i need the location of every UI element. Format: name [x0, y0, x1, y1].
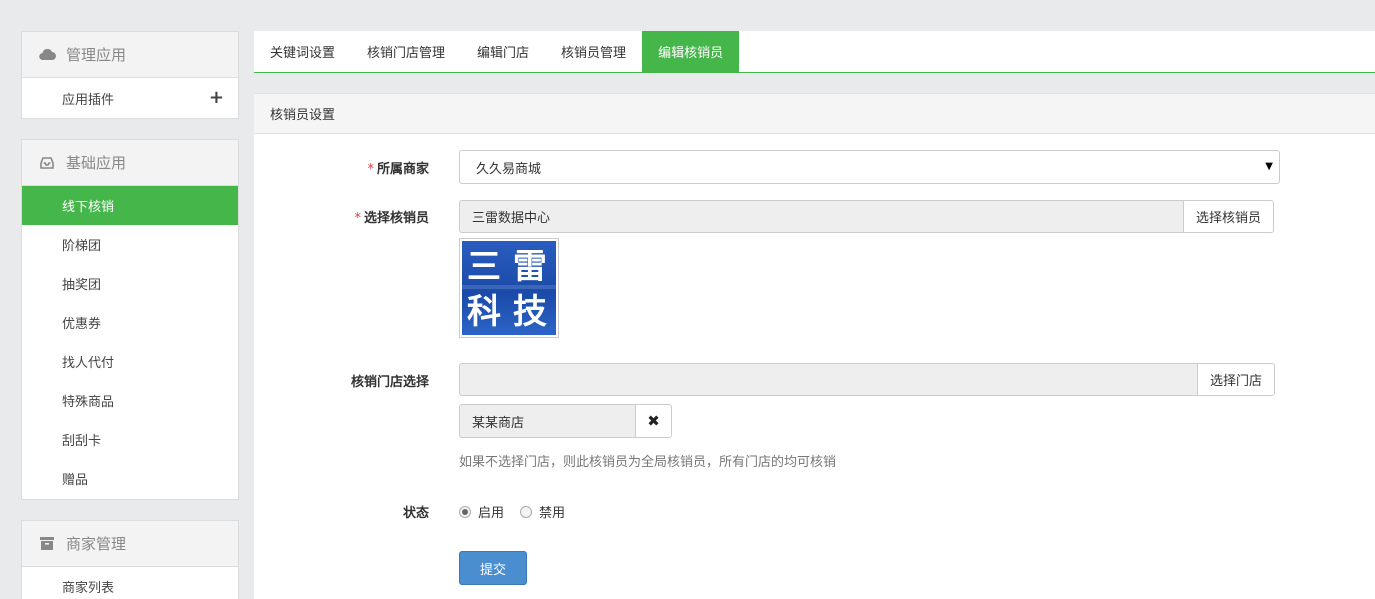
- sidebar-section-header[interactable]: 管理应用: [22, 32, 238, 78]
- sidebar-item-label: 阶梯团: [62, 239, 102, 254]
- sidebar-item-offline-verify[interactable]: 线下核销: [22, 186, 238, 225]
- status-radio-group: 启用 禁用: [459, 502, 581, 521]
- selected-store-name: 某某商店: [459, 404, 635, 438]
- sidebar-section-header[interactable]: 基础应用: [22, 140, 238, 186]
- store-label: 核销门店选择: [350, 375, 429, 390]
- status-disable-label[interactable]: 禁用: [539, 502, 565, 521]
- close-icon[interactable]: ✖: [635, 404, 672, 438]
- staff-input-group: 三雷数据中心 选择核销员: [459, 200, 1275, 233]
- staff-field[interactable]: 三雷数据中心: [459, 200, 1183, 233]
- sidebar-item-label: 优惠券: [62, 317, 102, 332]
- avatar-text-line2: 科 技: [467, 292, 547, 332]
- status-label: 状态: [402, 506, 429, 521]
- main-content: 关键词设置 核销门店管理 编辑门店 核销员管理 编辑核销员 核销员设置 * 所属商…: [254, 31, 1375, 599]
- archive-icon: [38, 537, 56, 551]
- chevron-down-icon: ▼: [1265, 161, 1273, 172]
- sidebar-item-gifts[interactable]: 赠品: [22, 459, 238, 498]
- staff-avatar: 三 雷 科 技: [459, 238, 559, 338]
- tab-bar: 关键词设置 核销门店管理 编辑门店 核销员管理 编辑核销员: [254, 31, 1375, 73]
- avatar-image: 三 雷 科 技: [462, 241, 556, 335]
- required-mark: *: [367, 162, 374, 177]
- merchant-select-value: 久久易商城: [476, 161, 542, 177]
- sidebar-item-lottery-group[interactable]: 抽奖团: [22, 264, 238, 303]
- sidebar-panel-basic-apps: 基础应用 线下核销 阶梯团 抽奖团 优惠券 找人代付 特殊商品 刮刮卡 赠品: [21, 139, 239, 500]
- status-enable-radio[interactable]: [459, 505, 471, 518]
- staff-label: * 选择核销员: [354, 207, 429, 226]
- section-title: 核销员设置: [254, 93, 1375, 134]
- select-staff-button[interactable]: 选择核销员: [1183, 200, 1275, 233]
- store-help-text: 如果不选择门店，则此核销员为全局核销员，所有门店的均可核销: [459, 455, 837, 470]
- tab-keyword-settings[interactable]: 关键词设置: [254, 31, 351, 72]
- store-field[interactable]: [459, 363, 1197, 396]
- staff-label-text: 选择核销员: [363, 211, 429, 226]
- sidebar-item-special-goods[interactable]: 特殊商品: [22, 381, 238, 420]
- status-enable-label[interactable]: 启用: [478, 502, 504, 521]
- inbox-icon: [38, 156, 56, 170]
- sidebar-item-label: 特殊商品: [62, 395, 115, 410]
- sidebar-item-label: 商家列表: [62, 581, 115, 596]
- cloud-icon: [38, 48, 56, 62]
- sidebar-panel-merchant: 商家管理 商家列表: [21, 520, 239, 599]
- sidebar-item-label: 线下核销: [62, 200, 115, 215]
- sidebar-item-coupons[interactable]: 优惠券: [22, 303, 238, 342]
- sidebar-item-label: 刮刮卡: [62, 434, 102, 449]
- sidebar-item-label: 抽奖团: [62, 278, 102, 293]
- sidebar-panel-manage-apps: 管理应用 应用插件 +: [21, 31, 239, 119]
- sidebar-item-app-plugins[interactable]: 应用插件 +: [22, 78, 238, 119]
- merchant-select[interactable]: 久久易商城 ▼: [459, 150, 1280, 184]
- selected-store-tag: 某某商店 ✖: [459, 404, 672, 438]
- tab-edit-staff[interactable]: 编辑核销员: [642, 31, 740, 72]
- sidebar-item-label: 找人代付: [62, 356, 115, 371]
- status-disable-radio[interactable]: [520, 505, 533, 518]
- avatar-text-line1: 三 雷: [467, 247, 547, 287]
- sidebar-item-scratch-card[interactable]: 刮刮卡: [22, 420, 238, 459]
- select-store-button[interactable]: 选择门店: [1197, 363, 1276, 396]
- sidebar-section-header[interactable]: 商家管理: [22, 521, 238, 567]
- tab-store-management[interactable]: 核销门店管理: [351, 31, 461, 72]
- sidebar-item-merchant-list[interactable]: 商家列表: [22, 567, 238, 599]
- sidebar-item-label: 赠品: [62, 473, 89, 488]
- sidebar-section-title: 基础应用: [66, 154, 127, 172]
- sidebar-section-title: 商家管理: [66, 535, 127, 553]
- merchant-label: * 所属商家: [367, 158, 429, 177]
- submit-button[interactable]: 提交: [459, 551, 527, 585]
- sidebar-item-tiered-group[interactable]: 阶梯团: [22, 225, 238, 264]
- tab-staff-management[interactable]: 核销员管理: [545, 31, 642, 72]
- merchant-label-text: 所属商家: [376, 162, 429, 177]
- sidebar-section-title: 管理应用: [66, 46, 127, 64]
- required-mark: *: [354, 211, 361, 226]
- sidebar-item-label: 应用插件: [62, 93, 115, 108]
- store-input-group: 选择门店: [459, 363, 1276, 396]
- tab-edit-store[interactable]: 编辑门店: [461, 31, 545, 72]
- plus-icon[interactable]: +: [209, 87, 224, 108]
- section-gap: [254, 73, 1375, 93]
- sidebar-item-pay-for-me[interactable]: 找人代付: [22, 342, 238, 381]
